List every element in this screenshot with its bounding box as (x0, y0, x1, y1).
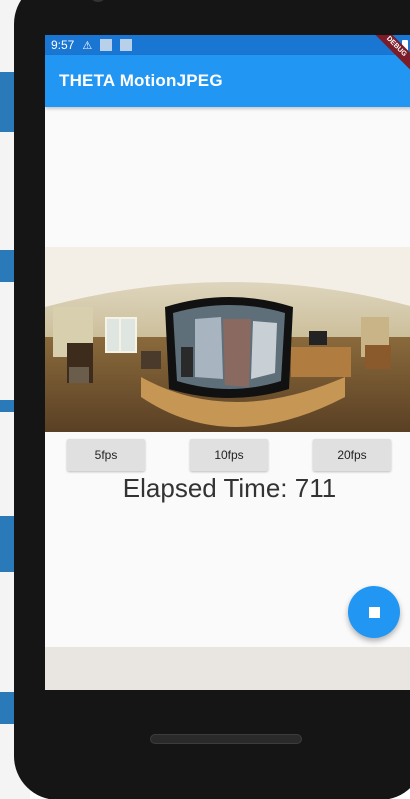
background-panel (0, 692, 14, 724)
fps-20-button[interactable]: 20fps (313, 439, 391, 471)
fps-10-button[interactable]: 10fps (190, 439, 268, 471)
status-bar: 9:57 ⚠ DEBUG (45, 35, 410, 80)
stop-button[interactable] (348, 586, 400, 638)
fps-button-row: 5fps 10fps 20fps (45, 439, 410, 471)
background-panel (0, 250, 14, 282)
stop-icon (368, 606, 380, 618)
notification-icon (120, 39, 133, 51)
background-panel (0, 516, 14, 572)
front-camera (89, 0, 107, 2)
app-bar: THETA MotionJPEG (45, 55, 410, 107)
warning-icon: ⚠ (82, 39, 93, 52)
bottom-speaker (150, 734, 302, 744)
motion-jpeg-stream (45, 247, 410, 432)
app-screen: 9:57 ⚠ DEBUG THETA MotionJPEG 5fps 10fps… (45, 35, 410, 690)
bottom-area (45, 647, 410, 690)
status-time: 9:57 (51, 38, 75, 52)
elapsed-time-label: Elapsed Time: 711 (122, 473, 337, 503)
background-panel (0, 400, 14, 412)
stream-frame-image (45, 247, 410, 432)
background-panel (0, 72, 14, 132)
notification-icon (100, 39, 113, 51)
fps-5-button[interactable]: 5fps (67, 439, 145, 471)
phone-frame: 9:57 ⚠ DEBUG THETA MotionJPEG 5fps 10fps… (14, 0, 410, 799)
app-title: THETA MotionJPEG (59, 71, 223, 90)
